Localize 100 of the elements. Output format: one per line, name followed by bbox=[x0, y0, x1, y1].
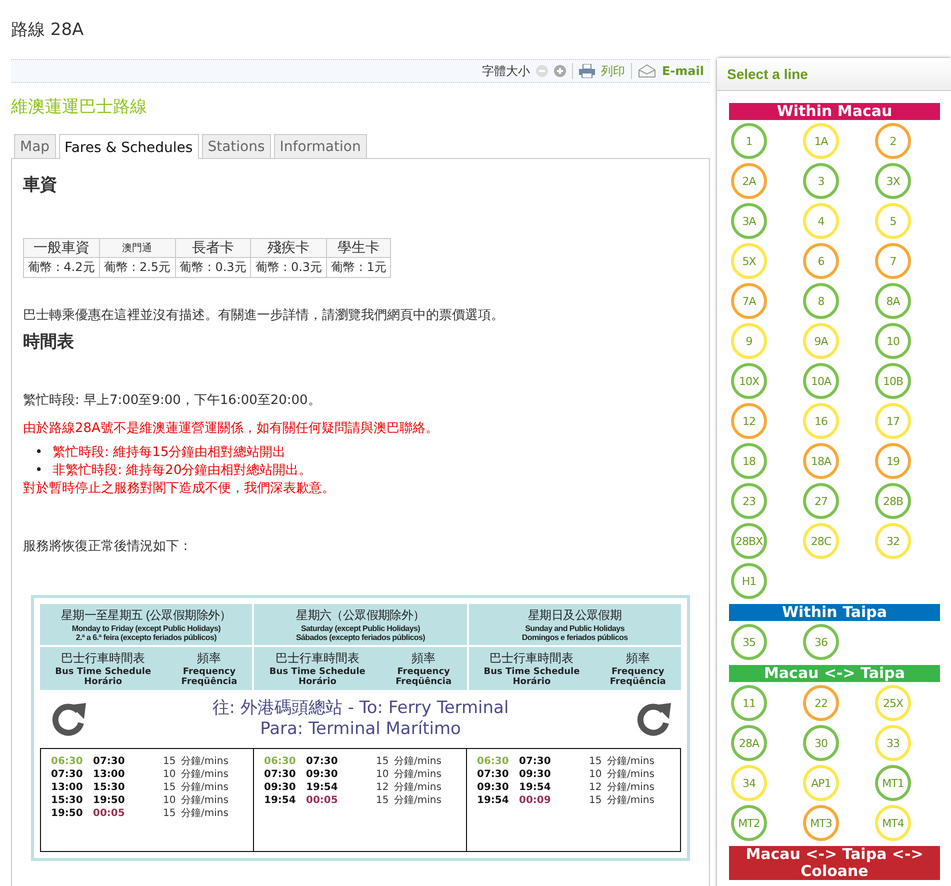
line-button[interactable]: 6 bbox=[803, 243, 839, 279]
tab[interactable]: Information bbox=[274, 134, 367, 158]
line-button[interactable]: 7 bbox=[875, 243, 911, 279]
line-button[interactable]: 10B bbox=[875, 363, 911, 399]
line-button[interactable]: 32 bbox=[875, 523, 911, 559]
line-button[interactable]: 2 bbox=[875, 123, 911, 159]
start-time: 15:30 bbox=[51, 794, 84, 807]
end-time: 09:30 bbox=[519, 768, 552, 781]
frequency-value: 15 bbox=[163, 781, 177, 794]
frequency-unit: 分鐘/mins bbox=[607, 781, 656, 794]
fare-value: 葡幣 : 0.3元 bbox=[175, 258, 251, 278]
end-time: 07:30 bbox=[519, 755, 552, 768]
notice-text: 由於路線28A號不是維澳蓮運營運關係，如有關任何疑問請與澳巴聯絡。 bbox=[23, 420, 440, 437]
line-button[interactable]: 11 bbox=[731, 685, 767, 721]
frequency-value: 15 bbox=[163, 755, 177, 768]
line-button[interactable]: MT3 bbox=[803, 805, 839, 841]
line-button[interactable]: 28BX bbox=[731, 523, 767, 559]
line-button[interactable]: 5 bbox=[875, 203, 911, 239]
line-button[interactable]: MT4 bbox=[875, 805, 911, 841]
decrease-font-icon[interactable] bbox=[536, 65, 548, 77]
fare-value: 葡幣 : 4.2元 bbox=[24, 258, 100, 278]
day-header: 星期六（公眾假期除外） Saturday (except Public Holidays) Sábados (excepto feriados públicos) bbox=[254, 604, 467, 645]
line-button[interactable]: 33 bbox=[875, 725, 911, 761]
line-button[interactable]: 19 bbox=[875, 443, 911, 479]
bullet: • bbox=[35, 445, 43, 460]
end-time: 19:54 bbox=[519, 781, 552, 794]
line-button[interactable]: 10 bbox=[875, 323, 911, 359]
fares-heading: 車資 bbox=[23, 174, 57, 196]
frequency-value: 12 bbox=[376, 781, 390, 794]
line-button[interactable]: 3 bbox=[803, 163, 839, 199]
frequency-value: 15 bbox=[589, 794, 603, 807]
line-button[interactable]: MT1 bbox=[875, 765, 911, 801]
frequency-unit: 分鐘/mins bbox=[394, 768, 442, 781]
frequency-unit: 分鐘/mins bbox=[181, 794, 230, 807]
frequency-unit: 分鐘/mins bbox=[607, 755, 656, 768]
tab[interactable]: Map bbox=[14, 134, 56, 158]
fare-header: 一般車資 bbox=[24, 238, 100, 258]
line-button[interactable]: 36 bbox=[803, 624, 839, 660]
peak-hours-text: 繁忙時段: 早上7:00至9:00，下午16:00至20:00。 bbox=[23, 392, 322, 409]
start-time: 07:30 bbox=[51, 768, 84, 781]
day-header: 星期一至星期五 (公眾假期除外） Monday to Friday (except Public Holidays) 2.ª a 6.ª feira (excepto feriados públicos) bbox=[40, 604, 252, 645]
line-button[interactable]: 17 bbox=[875, 403, 911, 439]
start-time: 19:54 bbox=[477, 794, 510, 807]
line-button[interactable]: 28B bbox=[875, 483, 911, 519]
end-time: 00:05 bbox=[93, 807, 126, 820]
line-button[interactable]: 5X bbox=[731, 243, 767, 279]
line-button[interactable]: 2A bbox=[731, 163, 767, 199]
print-link[interactable]: 列印 bbox=[600, 62, 625, 80]
line-button[interactable]: 3X bbox=[875, 163, 911, 199]
start-time: 07:30 bbox=[477, 768, 510, 781]
fare-value: 葡幣 : 0.3元 bbox=[250, 258, 327, 278]
frequency-unit: 分鐘/mins bbox=[181, 755, 230, 768]
line-button[interactable]: 35 bbox=[731, 624, 767, 660]
line-button[interactable]: 16 bbox=[803, 403, 839, 439]
fare-header: 澳門通 bbox=[99, 238, 176, 258]
group-header: Macau <-> Taipa bbox=[729, 665, 940, 682]
line-button[interactable]: 9 bbox=[731, 323, 767, 359]
group-header: Macau <-> Taipa <-> Coloane bbox=[729, 846, 940, 880]
email-link[interactable]: E-mail bbox=[662, 64, 704, 78]
sidebar-title: Select a line bbox=[717, 58, 951, 91]
line-button[interactable]: 1 bbox=[731, 123, 767, 159]
frequency-value: 10 bbox=[589, 768, 603, 781]
line-button[interactable]: MT2 bbox=[731, 805, 767, 841]
column-header: 巴士行車時間表 Bus Time Schedule Horário 頻率 Frequency Freqüência bbox=[468, 647, 681, 690]
frequency-value: 15 bbox=[376, 794, 390, 807]
frequency-value: 10 bbox=[163, 768, 177, 781]
section-heading: 維澳蓮運巴士路線 bbox=[11, 96, 147, 118]
line-button[interactable]: 18A bbox=[803, 443, 839, 479]
line-button[interactable]: 30 bbox=[803, 725, 839, 761]
printer-icon[interactable] bbox=[578, 64, 595, 78]
notice-item: 非繁忙時段: 維持每20分鐘由相對總站開出。 bbox=[52, 463, 312, 478]
line-button[interactable]: 1A bbox=[803, 123, 839, 159]
line-button[interactable]: 12 bbox=[731, 403, 767, 439]
line-button[interactable]: H1 bbox=[731, 563, 767, 599]
line-button[interactable]: 8A bbox=[875, 283, 911, 319]
tab[interactable]: Stations bbox=[202, 134, 271, 158]
line-button[interactable]: 3A bbox=[731, 203, 767, 239]
tab[interactable]: Fares & Schedules bbox=[58, 134, 199, 159]
frequency-value: 12 bbox=[589, 781, 603, 794]
start-time: 06:30 bbox=[51, 755, 84, 768]
line-button[interactable]: 18 bbox=[731, 443, 767, 479]
line-button[interactable]: 22 bbox=[803, 685, 839, 721]
frequency-unit: 分鐘/mins bbox=[394, 755, 442, 768]
increase-font-icon[interactable] bbox=[554, 65, 566, 77]
line-button[interactable]: 9A bbox=[803, 323, 839, 359]
line-button[interactable]: 28A bbox=[731, 725, 767, 761]
envelope-icon[interactable] bbox=[638, 64, 656, 78]
line-button[interactable]: 10A bbox=[803, 363, 839, 399]
line-button[interactable]: 34 bbox=[731, 765, 767, 801]
line-button[interactable]: 7A bbox=[731, 283, 767, 319]
end-time: 19:50 bbox=[93, 794, 126, 807]
line-button[interactable]: 28C bbox=[803, 523, 839, 559]
line-button[interactable]: AP1 bbox=[803, 765, 839, 801]
line-button[interactable]: 10X bbox=[731, 363, 767, 399]
transfer-note: 巴士轉乘優惠在這裡並沒有描述。有關進一步詳情，請瀏覽我們網頁中的票價選項。 bbox=[23, 307, 505, 324]
line-button[interactable]: 4 bbox=[803, 203, 839, 239]
line-button[interactable]: 23 bbox=[731, 483, 767, 519]
line-button[interactable]: 25X bbox=[875, 685, 911, 721]
line-button[interactable]: 27 bbox=[803, 483, 839, 519]
line-button[interactable]: 8 bbox=[803, 283, 839, 319]
